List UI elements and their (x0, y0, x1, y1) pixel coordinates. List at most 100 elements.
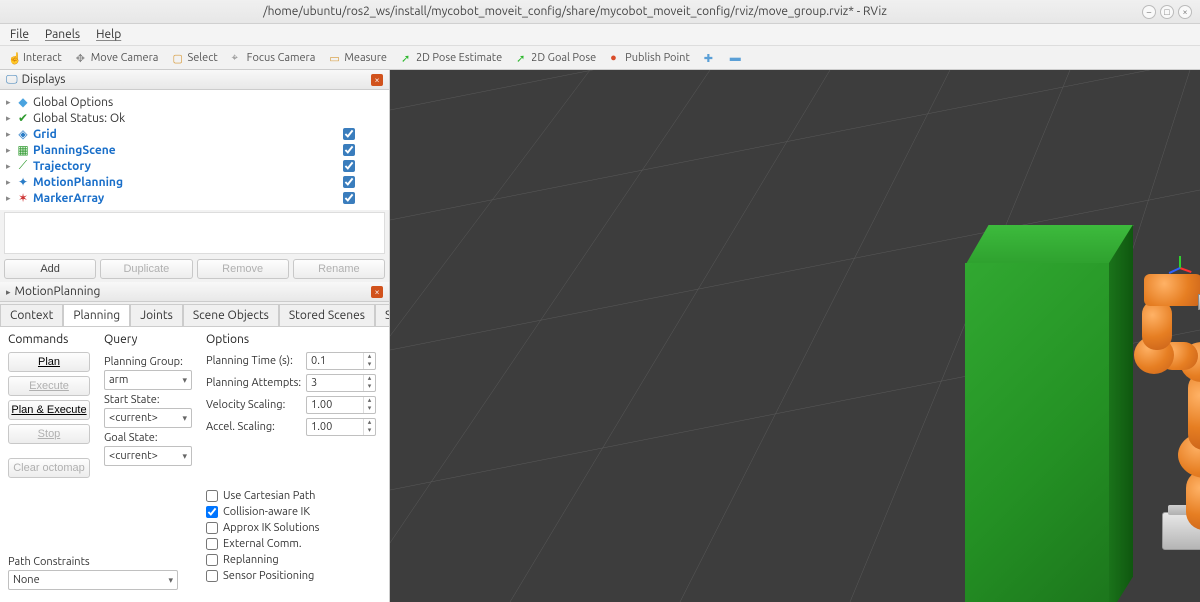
collision-ik-checkbox[interactable] (206, 506, 218, 518)
planning-time-spinner[interactable]: 0.1▴▾ (306, 352, 376, 370)
accel-scaling-label: Accel. Scaling: (206, 421, 306, 433)
tab-context[interactable]: Context (0, 304, 63, 326)
display-icon: ✶ (16, 191, 30, 205)
goal-state-combo[interactable]: <current>▾ (104, 446, 192, 466)
display-visibility-checkbox[interactable] (343, 160, 355, 172)
tool-publish-point[interactable]: ●Publish Point (610, 52, 690, 64)
window-titlebar: /home/ubuntu/ros2_ws/install/mycobot_mov… (0, 0, 1200, 24)
minus-icon: ▬ (730, 52, 742, 64)
planning-attempts-label: Planning Attempts: (206, 377, 306, 389)
window-close-button[interactable]: × (1178, 5, 1192, 19)
velocity-scaling-spinner[interactable]: 1.00▴▾ (306, 396, 376, 414)
display-tree-item[interactable]: ▸✔Global Status: Ok (6, 110, 383, 126)
menu-help[interactable]: Help (96, 28, 121, 41)
tree-arrow-icon: ▸ (6, 129, 16, 140)
approx-ik-label: Approx IK Solutions (223, 522, 319, 534)
path-constraints-label: Path Constraints (8, 556, 178, 568)
display-visibility-checkbox[interactable] (343, 176, 355, 188)
3d-viewport[interactable] (390, 70, 1200, 602)
stop-button[interactable]: Stop (8, 424, 90, 444)
display-tree-item[interactable]: ▸◆Global Options (6, 94, 383, 110)
tab-stored-stat[interactable]: Stored Stat (375, 304, 389, 326)
collision-ik-label: Collision-aware IK (223, 506, 310, 518)
tool-measure[interactable]: ▭Measure (329, 52, 387, 64)
window-title: /home/ubuntu/ros2_ws/install/mycobot_mov… (8, 5, 1142, 18)
display-label: Global Status: Ok (33, 112, 383, 125)
planning-group-combo[interactable]: arm▾ (104, 370, 192, 390)
sensor-positioning-checkbox[interactable] (206, 570, 218, 582)
clear-octomap-button[interactable]: Clear octomap (8, 458, 90, 478)
hand-icon: ☝ (8, 52, 20, 64)
query-header: Query (104, 333, 192, 346)
tool-extra-plus[interactable]: ✚ (704, 52, 716, 64)
robot-arm (1150, 260, 1200, 550)
pin-icon: ● (610, 52, 622, 64)
start-state-label: Start State: (104, 394, 192, 406)
display-visibility-checkbox[interactable] (343, 144, 355, 156)
ruler-icon: ▭ (329, 52, 341, 64)
display-label: Grid (33, 128, 343, 141)
display-tree-item[interactable]: ▸✦MotionPlanning (6, 174, 383, 190)
tool-select[interactable]: ▢Select (172, 52, 217, 64)
spinner-down-icon[interactable]: ▾ (363, 383, 375, 391)
goal-state-label: Goal State: (104, 432, 192, 444)
display-tree-item[interactable]: ▸⟋Trajectory (6, 158, 383, 174)
display-visibility-checkbox[interactable] (343, 192, 355, 204)
options-header: Options (206, 333, 381, 346)
display-label: Global Options (33, 96, 383, 109)
external-comm-checkbox[interactable] (206, 538, 218, 550)
select-icon: ▢ (172, 52, 184, 64)
spinner-down-icon[interactable]: ▾ (363, 405, 375, 413)
start-state-combo[interactable]: <current>▾ (104, 408, 192, 428)
plan-and-execute-button[interactable]: Plan & Execute (8, 400, 90, 420)
rename-display-button[interactable]: Rename (293, 259, 385, 279)
menu-panels[interactable]: Panels (45, 28, 80, 41)
window-maximize-button[interactable]: □ (1160, 5, 1174, 19)
duplicate-display-button[interactable]: Duplicate (100, 259, 192, 279)
tool-2d-goal-pose[interactable]: ➚2D Goal Pose (516, 52, 596, 64)
chevron-down-icon: ▾ (168, 575, 173, 586)
tool-focus-camera[interactable]: ⌖Focus Camera (232, 52, 316, 64)
sensor-positioning-label: Sensor Positioning (223, 570, 314, 582)
replanning-label: Replanning (223, 554, 279, 566)
displays-button-row: Add Duplicate Remove Rename (0, 256, 389, 282)
tool-move-camera[interactable]: ✥Move Camera (76, 52, 159, 64)
displays-tree[interactable]: ▸◆Global Options▸✔Global Status: Ok▸◈Gri… (0, 90, 389, 210)
plan-button[interactable]: Plan (8, 352, 90, 372)
tab-planning[interactable]: Planning (63, 304, 130, 327)
path-constraints-combo[interactable]: None▾ (8, 570, 178, 590)
spinner-down-icon[interactable]: ▾ (363, 361, 375, 369)
displays-panel-header[interactable]: 🖵 Displays × (0, 70, 389, 90)
remove-display-button[interactable]: Remove (197, 259, 289, 279)
add-display-button[interactable]: Add (4, 259, 96, 279)
execute-button[interactable]: Execute (8, 376, 90, 396)
use-cartesian-checkbox[interactable] (206, 490, 218, 502)
spinner-down-icon[interactable]: ▾ (363, 427, 375, 435)
interactive-marker-axes (1168, 256, 1192, 280)
motionplanning-panel-header[interactable]: MotionPlanning × (0, 282, 389, 302)
tree-arrow-icon: ▸ (6, 97, 16, 108)
accel-scaling-spinner[interactable]: 1.00▴▾ (306, 418, 376, 436)
tool-2d-pose-estimate[interactable]: ➚2D Pose Estimate (401, 52, 502, 64)
velocity-scaling-label: Velocity Scaling: (206, 399, 306, 411)
display-tree-item[interactable]: ▸◈Grid (6, 126, 383, 142)
display-visibility-checkbox[interactable] (343, 128, 355, 140)
display-tree-item[interactable]: ▸✶MarkerArray (6, 190, 383, 206)
tab-joints[interactable]: Joints (130, 304, 183, 326)
motionplanning-close-button[interactable]: × (371, 286, 383, 298)
tool-extra-minus[interactable]: ▬ (730, 52, 742, 64)
green-wall-object (965, 225, 1130, 602)
tab-scene-objects[interactable]: Scene Objects (183, 304, 279, 326)
displays-close-button[interactable]: × (371, 74, 383, 86)
display-label: MotionPlanning (33, 176, 343, 189)
tool-interact[interactable]: ☝Interact (8, 52, 62, 64)
tab-stored-scenes[interactable]: Stored Scenes (279, 304, 375, 326)
display-tree-item[interactable]: ▸▦PlanningScene (6, 142, 383, 158)
expand-icon (6, 285, 15, 298)
menu-file[interactable]: File (10, 28, 29, 41)
replanning-checkbox[interactable] (206, 554, 218, 566)
approx-ik-checkbox[interactable] (206, 522, 218, 534)
focus-icon: ⌖ (232, 52, 244, 64)
planning-attempts-spinner[interactable]: 3▴▾ (306, 374, 376, 392)
window-minimize-button[interactable]: – (1142, 5, 1156, 19)
